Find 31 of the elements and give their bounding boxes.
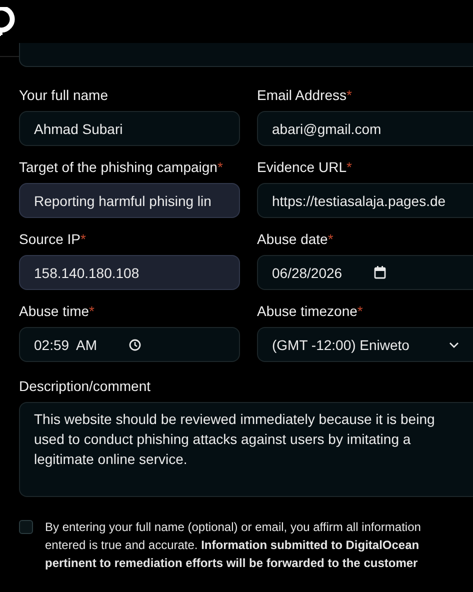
input-field[interactable]: Ahmad Subari: [19, 111, 240, 146]
input-field[interactable]: 02:59 AM: [19, 327, 240, 362]
input-field[interactable]: abari@gmail.com: [257, 111, 473, 146]
input-field[interactable]: 06/28/2026: [257, 255, 473, 290]
field-label: Abuse date*: [257, 231, 334, 248]
timezone-select[interactable]: (GMT -12:00) Eniweto: [257, 327, 473, 362]
required-mark: *: [217, 159, 223, 175]
clock-icon[interactable]: [129, 338, 142, 350]
required-mark: *: [328, 231, 334, 247]
field-label: Evidence URL*: [257, 159, 353, 176]
field-label: Source IP*: [19, 231, 87, 248]
required-mark: *: [80, 231, 86, 247]
required-mark: *: [89, 303, 94, 319]
field-label: Your full name: [19, 87, 109, 104]
field-label: Abuse timezone*: [257, 303, 364, 320]
calendar-icon[interactable]: [374, 266, 386, 279]
consent-checkbox[interactable]: [19, 520, 33, 534]
input-field[interactable]: [19, 43, 473, 67]
chevron-down-icon: [449, 342, 459, 348]
field-label: Description/comment: [19, 378, 152, 395]
consent-text: By entering your full name (optional) or email, you affirm all information entered is true and accurate. Information submitted to DigitalOcean pertinent to remediation efforts will be forwarded to the customer: [45, 519, 422, 572]
required-mark: *: [346, 87, 352, 103]
required-mark: *: [346, 159, 352, 175]
description-textarea[interactable]: This website should be reviewed immediately because it is being used to conduct phishing attacks against users by imitating a legitimate online service.: [19, 402, 473, 497]
required-mark: *: [357, 303, 363, 319]
input-field[interactable]: 158.140.180.108: [19, 255, 240, 290]
input-field[interactable]: https://testiasalaja.pages.de: [257, 183, 473, 218]
field-label: Email Address*: [257, 87, 353, 104]
field-label: Target of the phishing campaign*: [19, 159, 224, 176]
input-field[interactable]: Reporting harmful phising lin: [19, 183, 240, 218]
field-label: Abuse time*: [19, 303, 96, 320]
